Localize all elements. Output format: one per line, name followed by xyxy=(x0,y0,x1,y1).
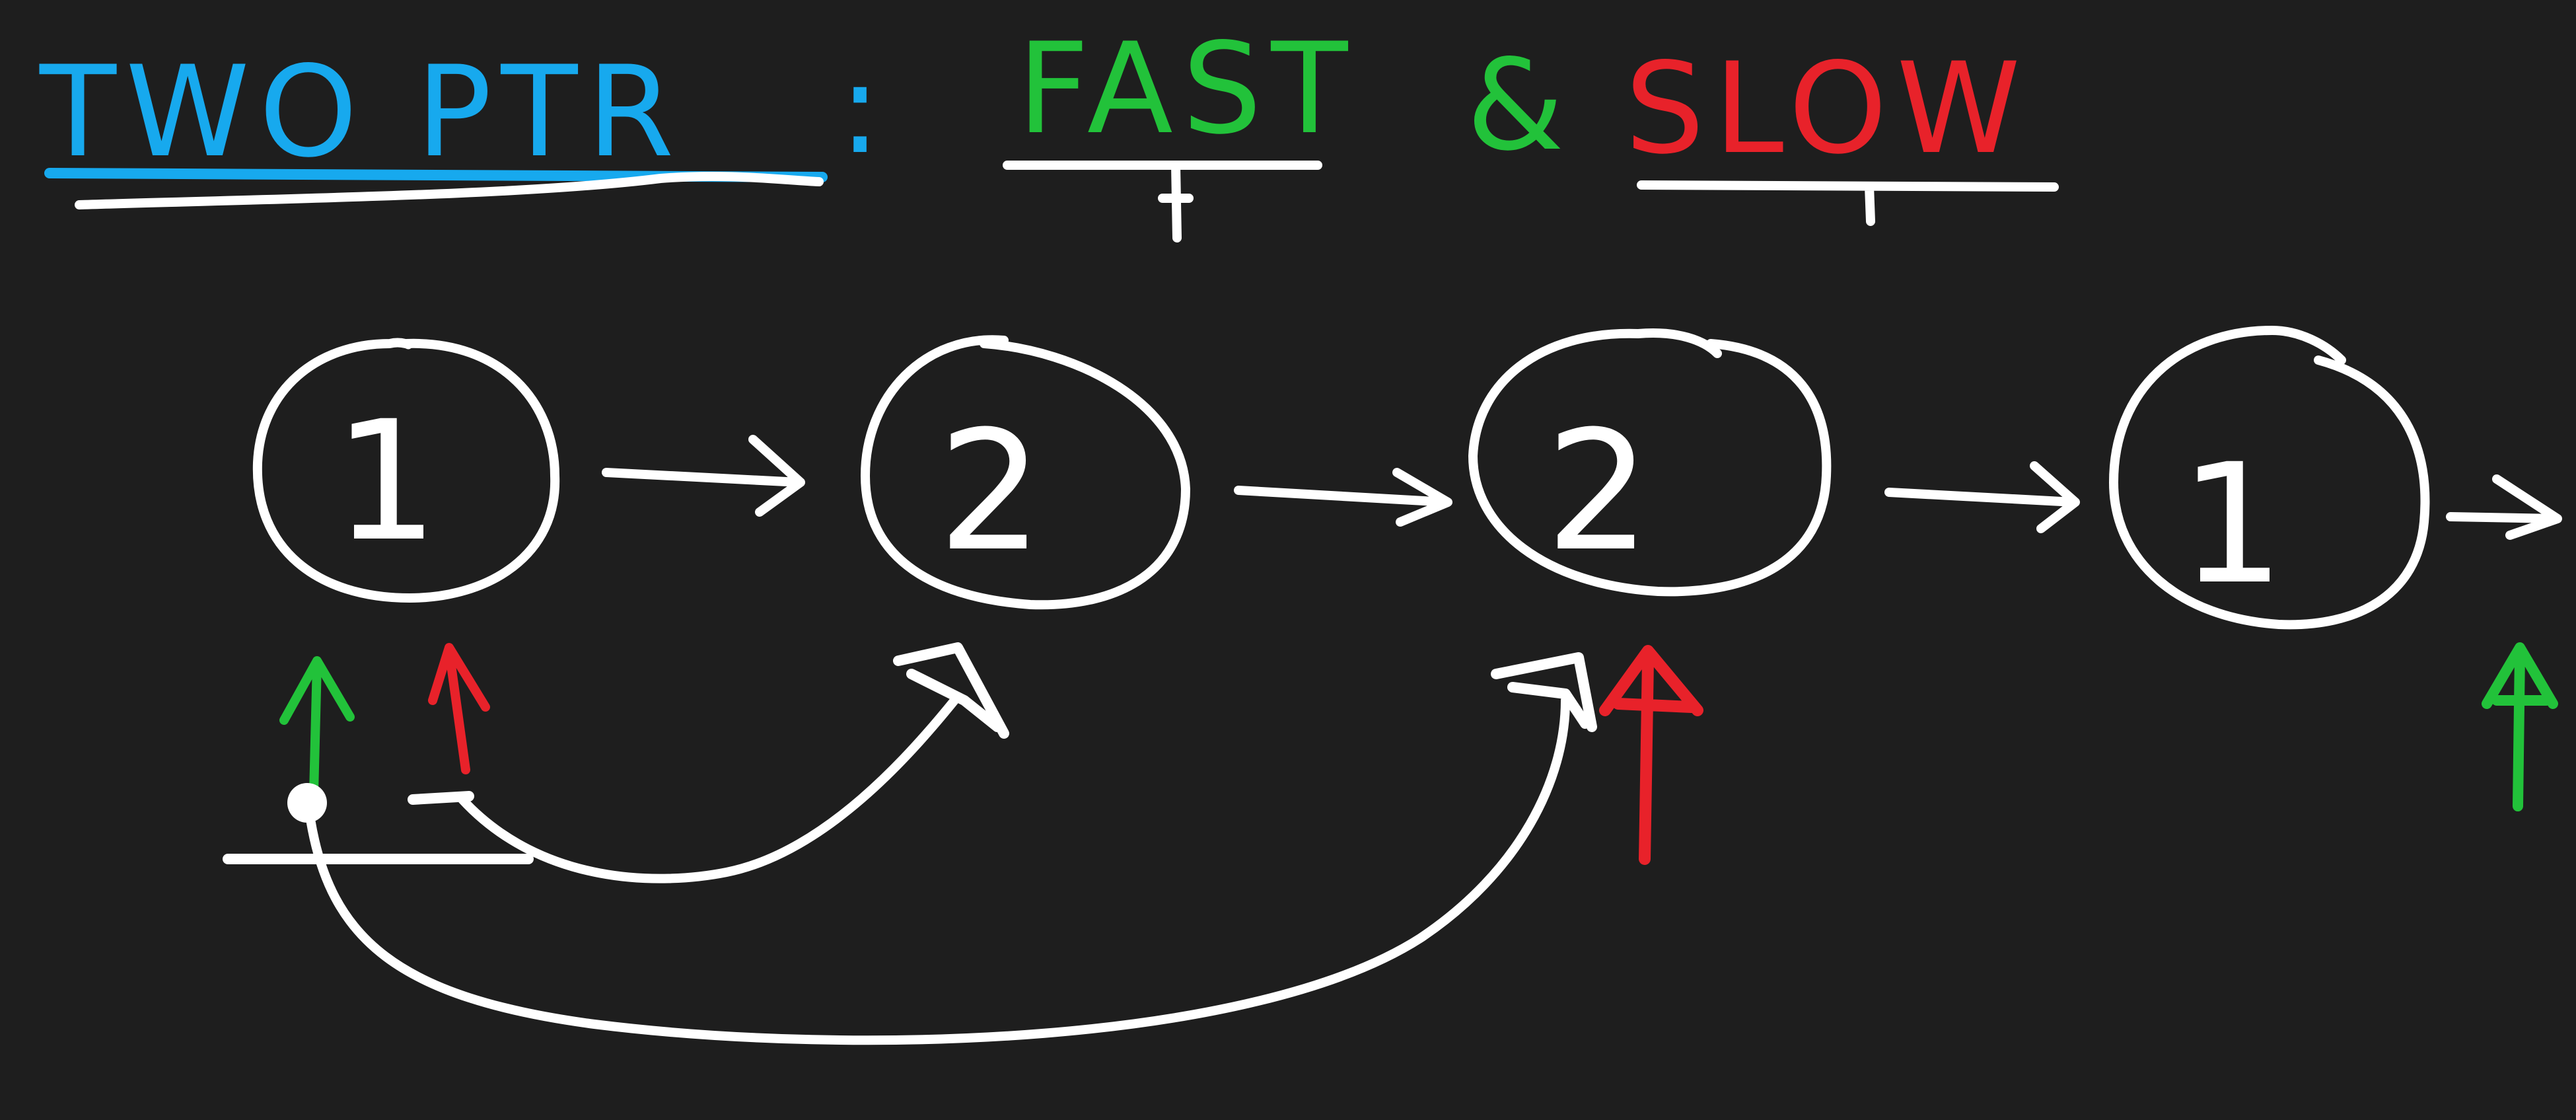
arrow-up-icon xyxy=(893,642,1009,739)
curved-arrow-fast xyxy=(306,696,1570,1045)
arrow-up-icon xyxy=(279,656,355,798)
pointer-slow-initial xyxy=(428,643,490,774)
node-value: 1 xyxy=(334,385,439,578)
whiteboard-canvas: TWO PTR : FAST & SLOW 1 2 2 1 xyxy=(0,0,2576,1117)
title-slow-word: SLOW xyxy=(1625,36,2030,182)
arrow-up-icon xyxy=(1491,652,1597,732)
arrow-up-icon xyxy=(428,643,490,774)
fast-move-path xyxy=(306,652,1597,1045)
arrow-right-icon xyxy=(1884,461,2080,533)
pointer-slow-after xyxy=(1599,645,1703,865)
node-value: 1 xyxy=(2180,428,2285,620)
start-baseline xyxy=(223,791,534,864)
pointer-fast-initial xyxy=(279,656,355,798)
title-fast-word: FAST xyxy=(1017,16,1357,162)
arrow-right-icon xyxy=(1234,468,1452,527)
node-value: 2 xyxy=(1546,395,1651,587)
list-node: 1 xyxy=(252,338,560,603)
whiteboard-drawing: TWO PTR : FAST & SLOW 1 2 2 1 xyxy=(39,16,2562,1045)
fast-underline xyxy=(1003,161,1322,243)
list-node: 2 xyxy=(861,335,1190,610)
title: TWO PTR : FAST & SLOW xyxy=(39,16,2059,243)
title-prefix: TWO PTR xyxy=(39,39,684,185)
pointer-fast-after xyxy=(2482,642,2558,811)
linked-list: 1 2 2 1 xyxy=(252,326,2562,630)
node-value: 2 xyxy=(938,395,1043,587)
arrow-right-icon xyxy=(602,435,805,517)
slow-move-path xyxy=(458,642,1009,883)
title-ampersand: & xyxy=(1466,32,1573,178)
list-node: 2 xyxy=(1468,328,1832,597)
slow-underline xyxy=(1637,180,2059,226)
arrow-right-icon xyxy=(2446,474,2562,540)
curved-arrow-slow xyxy=(458,696,959,883)
arrow-up-icon xyxy=(2482,642,2558,811)
list-node: 1 xyxy=(2109,326,2430,630)
arrow-up-icon xyxy=(1599,645,1703,865)
title-separator: : xyxy=(839,36,890,182)
